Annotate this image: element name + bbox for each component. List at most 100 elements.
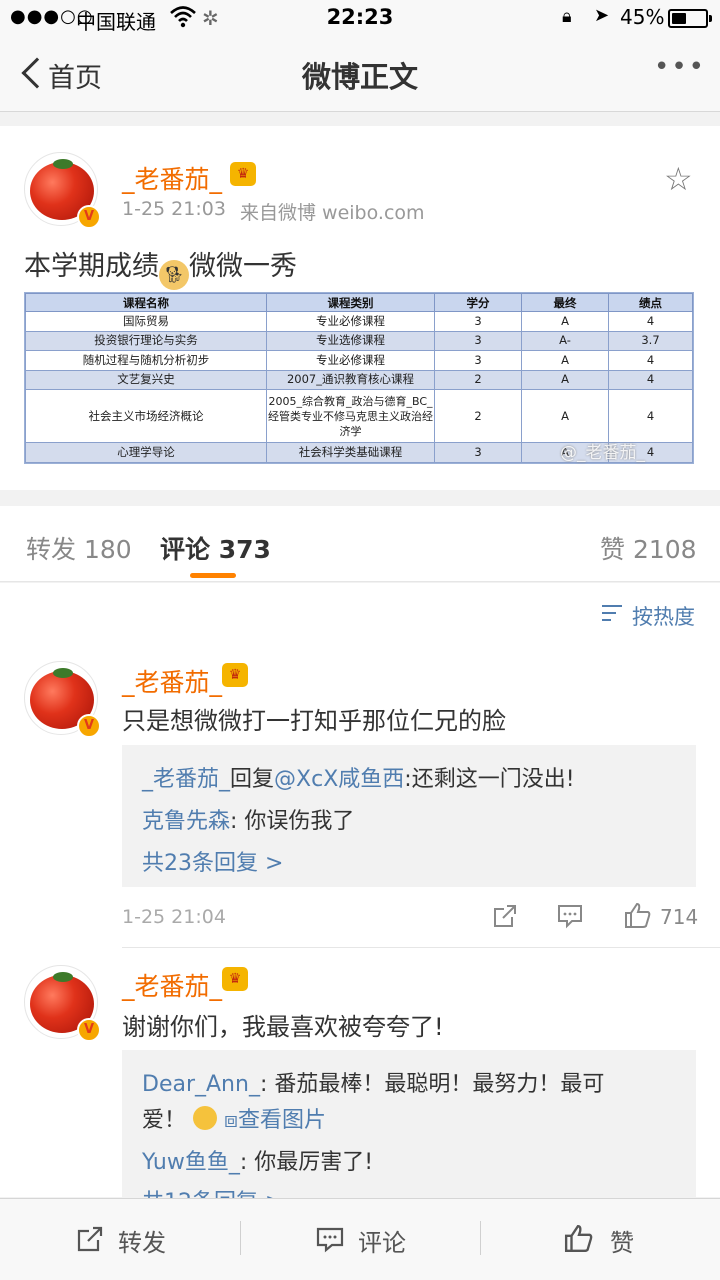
table-cell: 4 (608, 369, 693, 391)
header-final: 最终 (521, 293, 609, 312)
comment-text: 谢谢你们，我最喜欢被夸夸了! (122, 1013, 444, 1041)
table-cell: 投资银行理论与实务 (25, 330, 267, 352)
reply-text: : 你最厉害了! (239, 1150, 374, 1175)
header-course-name: 课程名称 (25, 293, 267, 312)
repost-icon[interactable] (76, 1225, 104, 1257)
tomato-stem (53, 972, 73, 982)
bottom-action-bar: 转发 评论 赞 (0, 1198, 720, 1280)
active-tab-indicator (190, 573, 236, 578)
like-icon[interactable] (564, 1223, 594, 1257)
reply-keyword: 回复 (230, 767, 275, 792)
comment-divider (122, 947, 720, 948)
table-row: 国际贸易 专业必修课程 3 A 4 (25, 311, 693, 332)
comment-button[interactable]: 评论 (358, 1223, 406, 1258)
table-cell: A (521, 350, 609, 371)
orientation-lock-icon: 🔒︎ (562, 6, 572, 27)
table-cell: A (521, 311, 609, 332)
reply-author[interactable]: _老番茄_ (142, 767, 230, 792)
table-cell: 专业必修课程 (266, 311, 435, 332)
repost-button[interactable]: 转发 (118, 1223, 166, 1258)
tab-repost[interactable]: 转发 180 (26, 530, 132, 566)
verified-badge-icon: V (77, 205, 101, 229)
comment-author[interactable]: _老番茄_ (122, 663, 222, 699)
grade-table-header: 课程名称 课程类别 学分 最终 绩点 (25, 293, 693, 312)
vip-crown-icon: ♛ (222, 663, 248, 687)
table-cell: A (521, 369, 609, 391)
reply-mention[interactable]: @XcX咸鱼西 (274, 767, 404, 792)
table-row: 文艺复兴史 2007_通识教育核心课程 2 A 4 (25, 369, 693, 391)
vip-crown-icon: ♛ (222, 967, 248, 991)
reply-preview-box[interactable]: _老番茄_回复@XcX咸鱼西:还剩这一门没出! 克鲁先森: 你误伤我了 共23条… (122, 745, 696, 887)
comment-icon[interactable] (316, 1225, 344, 1257)
table-cell: 3 (434, 350, 522, 371)
table-cell: 心理学导论 (25, 442, 267, 463)
header-course-type: 课程类别 (266, 293, 435, 312)
header-credits: 学分 (434, 293, 522, 312)
sort-by-heat-button[interactable]: 按热度 (632, 601, 695, 631)
post-time: 1-25 21:03 (122, 198, 226, 220)
verified-badge-icon: V (77, 1018, 101, 1042)
reply-text: :还剩这一门没出! (404, 767, 575, 792)
table-cell: 2007_通识教育核心课程 (266, 369, 435, 391)
reply-text: : 番茄最棒！最聪明！最努力！最可 (259, 1072, 605, 1097)
reply-comment-icon[interactable] (557, 903, 583, 935)
table-cell: 4 (608, 389, 693, 444)
bottom-divider (240, 1221, 241, 1255)
view-image-link[interactable]: 查看图片 (238, 1108, 326, 1133)
like-button[interactable]: 赞 (610, 1223, 634, 1258)
more-menu-icon[interactable]: ••• (654, 52, 706, 82)
table-cell: 3 (434, 442, 522, 463)
reply-author[interactable]: Yuw鱼鱼_ (142, 1150, 240, 1175)
table-cell: 2 (434, 389, 522, 444)
post-tabs: 转发 180 评论 373 赞 2108 (0, 506, 720, 582)
table-cell: 专业必修课程 (266, 350, 435, 371)
comment-author[interactable]: _老番茄_ (122, 967, 222, 1003)
avatar[interactable]: V (24, 152, 101, 229)
more-replies-link[interactable]: 共23条回复 > (142, 845, 283, 877)
table-cell: A (521, 389, 609, 444)
table-row: 随机过程与随机分析初步 专业必修课程 3 A 4 (25, 350, 693, 371)
reply-preview-box[interactable]: Dear_Ann_: 番茄最棒！最聪明！最努力！最可 爱！ ⧈查看图片 Yuw鱼… (122, 1050, 696, 1215)
post-source: 来自微博 weibo.com (240, 202, 425, 224)
tab-comment[interactable]: 评论 373 (160, 530, 271, 566)
verified-badge-icon: V (77, 714, 101, 738)
reply-author[interactable]: 克鲁先森 (142, 809, 230, 834)
status-time: 22:23 (326, 5, 394, 29)
vip-crown-icon: ♛ (230, 162, 256, 186)
image-icon[interactable]: ⧈ (224, 1108, 238, 1133)
table-cell: A- (521, 330, 609, 352)
comment-list: 按热度 V _老番茄_ ♛ 只是想微微打一打知乎那位仁兄的脸 _老番茄_回复@X… (0, 583, 720, 1215)
reply-line: Dear_Ann_: 番茄最棒！最聪明！最努力！最可 (142, 1066, 604, 1098)
reply-author[interactable]: Dear_Ann_ (142, 1072, 260, 1097)
reply-line: 爱！ ⧈查看图片 (142, 1102, 326, 1134)
post-author[interactable]: _老番茄_ (122, 160, 222, 196)
reply-text: : 你误伤我了 (230, 809, 355, 834)
table-cell: 4 (608, 350, 693, 371)
table-cell: 3 (434, 330, 522, 352)
tab-like[interactable]: 赞 2108 (600, 530, 697, 566)
battery-fill (672, 13, 686, 24)
avatar[interactable]: V (24, 661, 101, 738)
post-text: 本学期成绩 🐕︎ 微微一秀 (24, 244, 297, 290)
avatar[interactable]: V (24, 965, 101, 1042)
weibo-post: V _老番茄_ ♛ 1-25 21:03 来自微博 weibo.com ☆ 本学… (0, 126, 720, 490)
table-cell: 3 (434, 311, 522, 332)
share-icon[interactable] (492, 903, 518, 935)
table-cell: 社会科学类基础课程 (266, 442, 435, 463)
table-cell: 3.7 (608, 330, 693, 352)
post-text-part1: 本学期成绩 (24, 251, 159, 282)
image-watermark: @_老番茄_ (560, 443, 645, 463)
reply-text: 爱！ (142, 1108, 187, 1133)
battery-icon (668, 9, 712, 28)
post-text-part2: 微微一秀 (189, 251, 297, 282)
comment-time: 1-25 21:04 (122, 906, 226, 928)
app-root: ●●●○○ 中国联通 ✲ 22:23 🔒︎ ➤ 45% 首页 微博正文 ••• … (0, 0, 720, 1280)
tomato-stem (53, 668, 73, 678)
sort-icon[interactable] (602, 603, 624, 623)
like-thumb-icon[interactable] (624, 901, 652, 935)
comment-text: 只是想微微打一打知乎那位仁兄的脸 (122, 707, 506, 735)
table-row: 投资银行理论与实务 专业选修课程 3 A- 3.7 (25, 330, 693, 352)
favorite-star-icon[interactable]: ☆ (664, 160, 693, 198)
bottom-divider (480, 1221, 481, 1255)
reply-line: Yuw鱼鱼_: 你最厉害了! (142, 1144, 373, 1176)
